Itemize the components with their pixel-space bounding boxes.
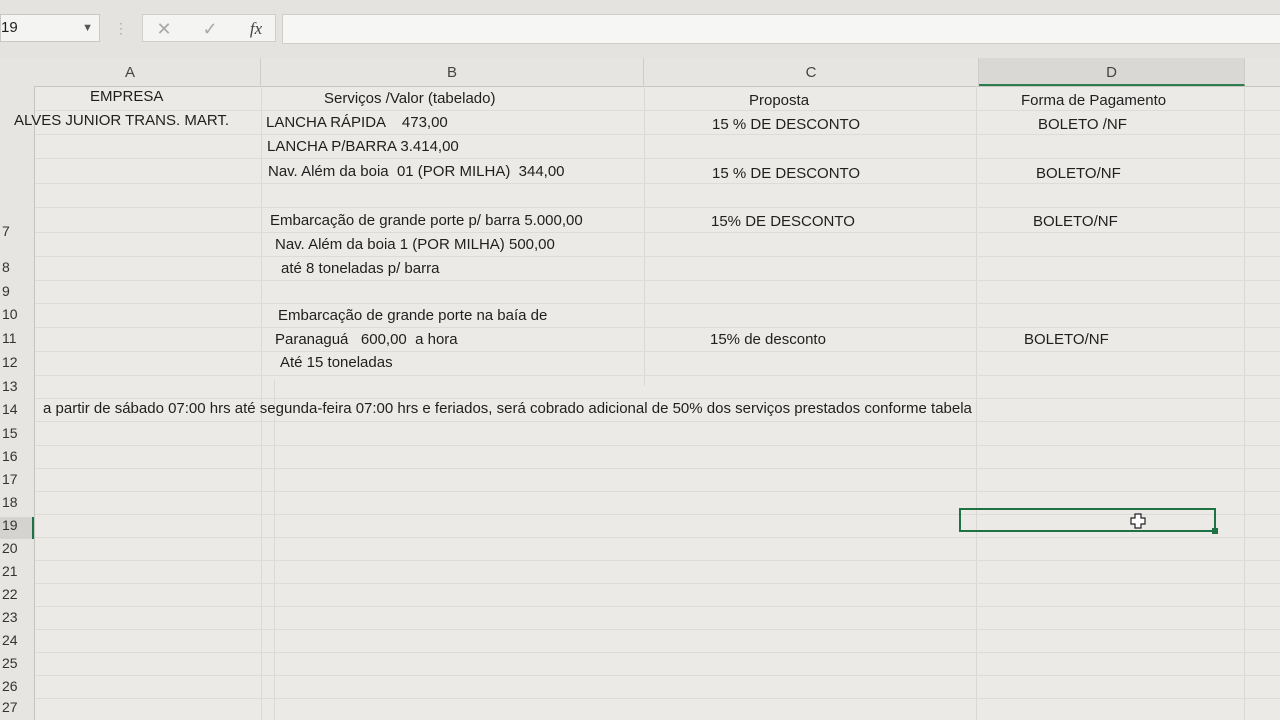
- drag-handle-icon[interactable]: ⋮: [114, 14, 128, 42]
- row-header[interactable]: 10: [0, 306, 30, 322]
- grid-divider: [0, 491, 1280, 492]
- grid-divider: [0, 280, 1280, 281]
- column-header-bar: A B C D: [0, 58, 1280, 87]
- fill-handle[interactable]: [1212, 528, 1218, 534]
- grid-divider: [0, 445, 1280, 446]
- row-header[interactable]: 17: [0, 471, 30, 487]
- cell-a14[interactable]: a partir de sábado 07:00 hrs até segunda…: [43, 400, 972, 417]
- cell-cursor-icon: [1130, 513, 1146, 529]
- row-header[interactable]: 13: [0, 378, 30, 394]
- grid-divider: [0, 468, 1280, 469]
- grid-divider: [0, 398, 1280, 399]
- column-header-b[interactable]: B: [261, 58, 644, 86]
- insert-function-icon[interactable]: fx: [243, 15, 269, 43]
- cancel-icon[interactable]: ✕: [153, 15, 175, 43]
- row-header[interactable]: 7: [0, 223, 30, 239]
- cell-c1[interactable]: Proposta: [749, 92, 809, 109]
- grid-divider: [0, 421, 1280, 422]
- cell-b2[interactable]: LANCHA RÁPIDA 473,00: [266, 114, 448, 131]
- cell-c4[interactable]: 15 % DE DESCONTO: [712, 165, 860, 182]
- grid-divider: [0, 606, 1280, 607]
- grid-divider: [0, 232, 1280, 233]
- column-header-a[interactable]: A: [0, 58, 261, 86]
- cell-b11[interactable]: Paranaguá 600,00 a hora: [275, 331, 458, 348]
- formula-bar: 19 ▼ ⋮ ✕ ✓ fx: [0, 0, 1280, 58]
- row-header[interactable]: 25: [0, 655, 30, 671]
- row-header[interactable]: 26: [0, 678, 30, 694]
- cell-a1[interactable]: EMPRESA: [90, 88, 163, 105]
- row-header[interactable]: 27: [0, 699, 30, 715]
- row-header[interactable]: 24: [0, 632, 30, 648]
- row-header[interactable]: 23: [0, 609, 30, 625]
- cell-d6[interactable]: BOLETO/NF: [1033, 213, 1118, 230]
- row-header[interactable]: 16: [0, 448, 30, 464]
- row-header[interactable]: 14: [0, 401, 30, 417]
- grid-divider: [274, 380, 275, 720]
- cell-b8[interactable]: até 8 toneladas p/ barra: [281, 260, 439, 277]
- row-header[interactable]: 11: [0, 330, 30, 346]
- row-header[interactable]: 20: [0, 540, 30, 556]
- enter-icon[interactable]: ✓: [199, 15, 221, 43]
- grid-divider: [0, 583, 1280, 584]
- grid-divider: [0, 303, 1280, 304]
- cell-b7[interactable]: Nav. Além da boia 1 (POR MILHA) 500,00: [275, 236, 555, 253]
- grid-divider: [0, 207, 1280, 208]
- cell-b3[interactable]: LANCHA P/BARRA 3.414,00: [267, 138, 459, 155]
- grid-divider: [0, 698, 1280, 699]
- grid-divider: [0, 110, 1280, 111]
- row-header[interactable]: 22: [0, 586, 30, 602]
- grid-divider: [976, 86, 977, 720]
- cell-b6[interactable]: Embarcação de grande porte p/ barra 5.00…: [270, 212, 583, 229]
- grid-divider: [0, 375, 1280, 376]
- grid-divider: [0, 327, 1280, 328]
- row-header[interactable]: 15: [0, 425, 30, 441]
- selected-cell-d19[interactable]: [959, 508, 1218, 534]
- grid-divider: [0, 652, 1280, 653]
- grid-divider: [0, 158, 1280, 159]
- grid-divider: [0, 183, 1280, 184]
- cell-d11[interactable]: BOLETO/NF: [1024, 331, 1109, 348]
- row-header[interactable]: 12: [0, 354, 30, 370]
- cell-b4[interactable]: Nav. Além da boia 01 (POR MILHA) 344,00: [268, 163, 565, 180]
- cell-d2[interactable]: BOLETO /NF: [1038, 116, 1127, 133]
- cell-b1[interactable]: Serviços /Valor (tabelado): [324, 90, 495, 107]
- grid-divider: [0, 351, 1280, 352]
- grid-divider: [0, 256, 1280, 257]
- column-header-c[interactable]: C: [644, 58, 979, 86]
- grid-divider: [0, 560, 1280, 561]
- cell-b12[interactable]: Até 15 toneladas: [280, 354, 393, 371]
- column-header-d[interactable]: D: [979, 58, 1245, 86]
- name-box[interactable]: 19 ▼: [0, 14, 100, 42]
- formula-input[interactable]: [282, 14, 1280, 44]
- row-header-selected[interactable]: 19: [0, 517, 34, 539]
- row-header[interactable]: 21: [0, 563, 30, 579]
- row-header[interactable]: 8: [0, 259, 30, 275]
- grid-divider: [0, 537, 1280, 538]
- cell-c6[interactable]: 15% DE DESCONTO: [711, 213, 855, 230]
- cell-d1[interactable]: Forma de Pagamento: [1021, 92, 1166, 109]
- cell-a2[interactable]: ALVES JUNIOR TRANS. MART.: [14, 112, 229, 129]
- name-box-value: 19: [1, 19, 18, 36]
- grid-divider: [1244, 86, 1245, 720]
- cell-d4[interactable]: BOLETO/NF: [1036, 165, 1121, 182]
- grid-divider: [0, 134, 1280, 135]
- chevron-down-icon[interactable]: ▼: [82, 15, 93, 41]
- grid-divider: [0, 629, 1280, 630]
- cell-c2[interactable]: 15 % DE DESCONTO: [712, 116, 860, 133]
- cell-b10[interactable]: Embarcação de grande porte na baía de: [278, 307, 547, 324]
- grid-divider: [644, 86, 645, 386]
- formula-buttons: ✕ ✓ fx: [142, 14, 276, 42]
- grid-divider: [0, 675, 1280, 676]
- cell-c11[interactable]: 15% de desconto: [710, 331, 826, 348]
- row-header[interactable]: 18: [0, 494, 30, 510]
- row-header[interactable]: 9: [0, 283, 30, 299]
